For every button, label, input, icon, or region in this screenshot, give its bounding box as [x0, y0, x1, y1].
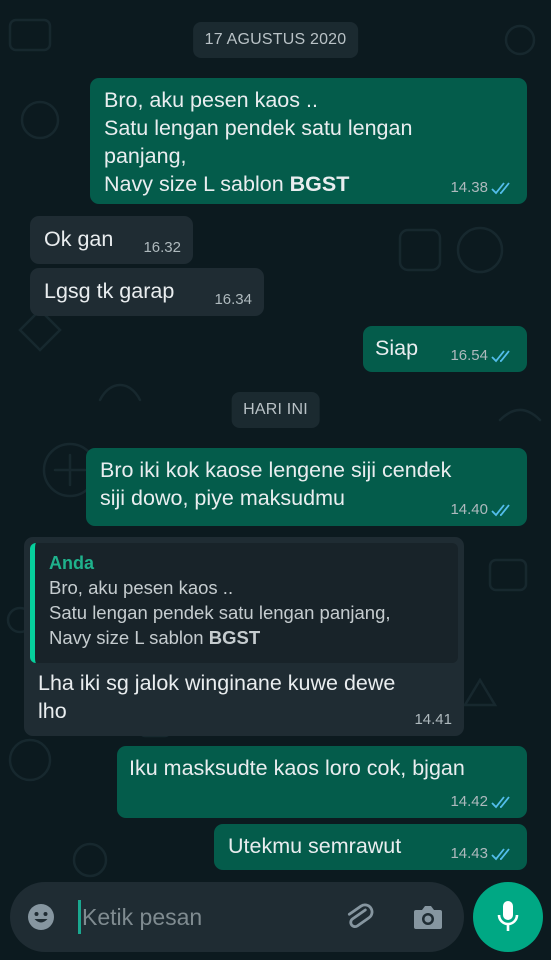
message-input-bar[interactable]: Ketik pesan: [10, 882, 464, 952]
read-receipt-icon: [491, 350, 510, 363]
voice-record-button[interactable]: [473, 882, 543, 952]
attach-icon[interactable]: [342, 900, 376, 934]
mic-icon: [497, 901, 519, 931]
message-text: Satu lengan pendek satu lengan: [104, 116, 413, 140]
quoted-bold-text: BGST: [208, 627, 261, 648]
message-bubble-incoming[interactable]: Lgsg tk garap 16.34: [30, 268, 264, 316]
message-bubble-outgoing[interactable]: Bro iki kok kaose lengene siji cendek si…: [86, 448, 527, 526]
quoted-author: Anda: [49, 553, 94, 573]
message-text: Bro, aku pesen kaos ..: [104, 88, 318, 112]
chat-area[interactable]: 17 AGUSTUS 2020 Bro, aku pesen kaos .. S…: [0, 0, 551, 960]
date-label: 17 AGUSTUS 2020: [204, 31, 347, 48]
message-bubble-outgoing[interactable]: Bro, aku pesen kaos .. Satu lengan pende…: [90, 78, 527, 204]
quoted-text: Satu lengan pendek satu lengan panjang,: [49, 602, 391, 623]
message-meta: 14.40: [450, 502, 513, 518]
message-text: Utekmu semrawut: [228, 834, 402, 858]
message-text: Navy size L sablon: [104, 172, 290, 196]
message-bubble-outgoing[interactable]: Utekmu semrawut 14.43: [214, 824, 527, 870]
camera-icon[interactable]: [412, 902, 444, 932]
message-text: Ok gan: [44, 227, 114, 251]
message-time: 14.43: [450, 845, 488, 862]
quoted-message[interactable]: Anda Bro, aku pesen kaos .. Satu lengan …: [30, 543, 458, 663]
message-meta: 14.41: [414, 712, 452, 728]
message-meta: 16.54: [450, 348, 513, 364]
read-receipt-icon: [491, 182, 510, 195]
message-text: Lgsg tk garap: [44, 279, 175, 303]
read-receipt-icon: [491, 848, 510, 861]
message-meta: 14.38: [450, 180, 513, 196]
read-receipt-icon: [491, 504, 510, 517]
message-meta: 16.32: [143, 240, 181, 256]
quoted-text: Navy size L sablon: [49, 627, 209, 648]
date-separator: HARI INI: [231, 392, 320, 428]
message-text: Lha iki sg jalok winginane kuwe dewe: [38, 671, 396, 695]
message-input[interactable]: Ketik pesan: [82, 904, 202, 931]
message-bold-text: BGST: [289, 172, 350, 196]
message-time: 14.42: [450, 793, 488, 810]
message-text: Bro iki kok kaose lengene siji cendek: [100, 458, 452, 482]
message-time: 14.41: [414, 711, 452, 728]
date-separator: 17 AGUSTUS 2020: [192, 22, 359, 58]
message-text: lho: [38, 699, 67, 723]
message-bubble-incoming[interactable]: Ok gan 16.32: [30, 216, 193, 264]
emoji-icon[interactable]: [26, 902, 56, 932]
message-time: 16.34: [214, 291, 252, 308]
message-text: Siap: [375, 336, 419, 360]
message-text: panjang,: [104, 144, 187, 168]
read-receipt-icon: [491, 796, 510, 809]
message-text: Iku masksudte kaos loro cok, bjgan: [129, 756, 465, 780]
text-cursor: [78, 900, 81, 934]
date-label: HARI INI: [243, 401, 308, 418]
message-time: 16.54: [450, 347, 488, 364]
message-bubble-outgoing[interactable]: Siap 16.54: [363, 326, 527, 372]
message-time: 14.38: [450, 179, 488, 196]
message-meta: 14.43: [450, 846, 513, 862]
message-bubble-incoming-reply[interactable]: Anda Bro, aku pesen kaos .. Satu lengan …: [24, 537, 464, 736]
quoted-text: Bro, aku pesen kaos ..: [49, 577, 234, 598]
message-bubble-outgoing[interactable]: Iku masksudte kaos loro cok, bjgan 14.42: [117, 746, 527, 818]
message-time: 14.40: [450, 501, 488, 518]
message-meta: 16.34: [214, 292, 252, 308]
message-time: 16.32: [143, 239, 181, 256]
message-meta: 14.42: [450, 794, 513, 810]
